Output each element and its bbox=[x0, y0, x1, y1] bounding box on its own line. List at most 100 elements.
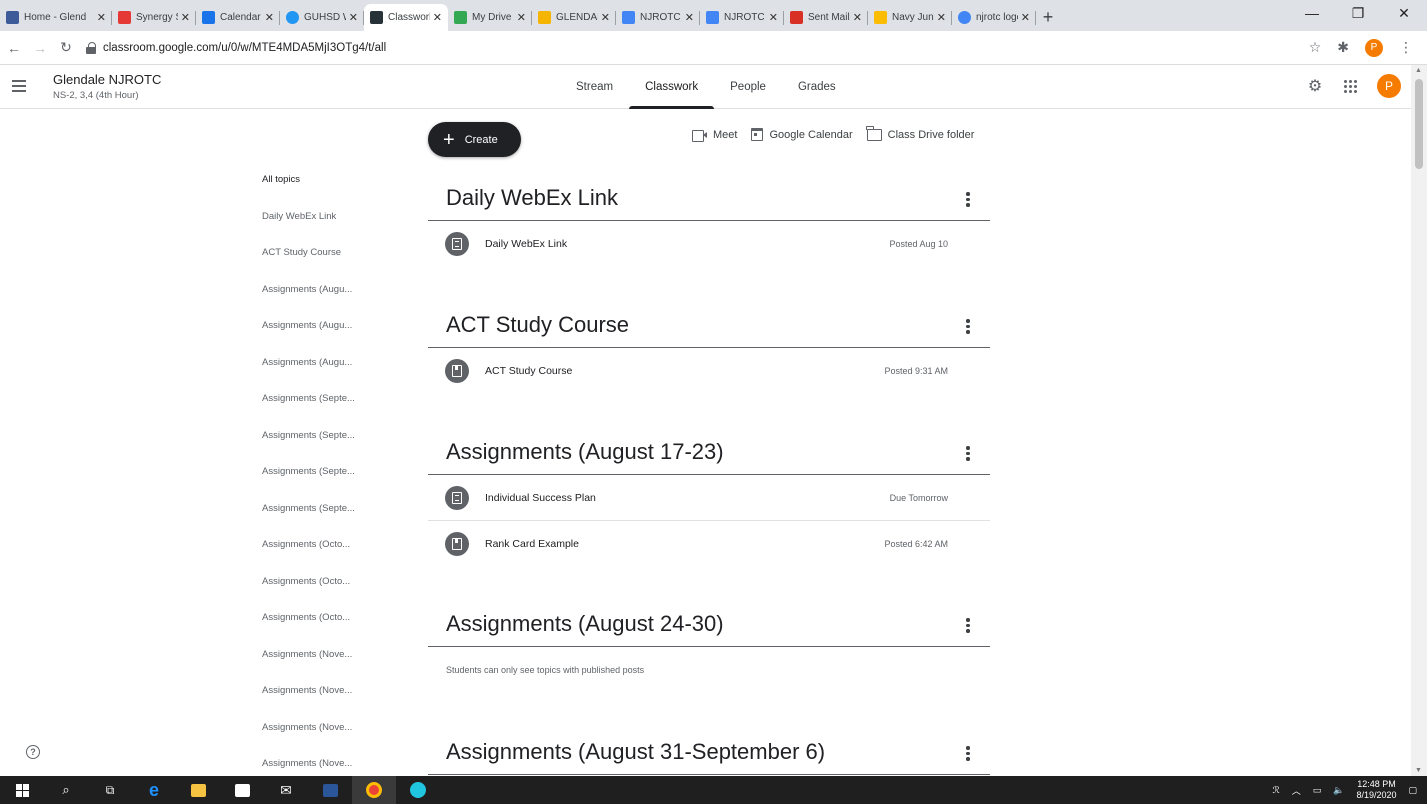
more-options-icon[interactable] bbox=[966, 618, 970, 635]
browser-tab[interactable]: GLENDALE NJ✕ bbox=[532, 4, 616, 31]
chrome-icon[interactable] bbox=[352, 776, 396, 804]
more-options-icon[interactable] bbox=[966, 319, 970, 336]
topic-title[interactable]: Assignments (August 17-23) bbox=[446, 439, 724, 465]
close-tab-icon[interactable]: ✕ bbox=[517, 11, 526, 24]
browser-tab[interactable]: Navy Junior R✕ bbox=[868, 4, 952, 31]
topic-link[interactable]: Assignments (Septe... bbox=[262, 393, 355, 430]
google-apps-icon[interactable] bbox=[1344, 79, 1357, 93]
settings-gear-icon[interactable]: ⚙ bbox=[1306, 77, 1324, 95]
topic-title[interactable]: Assignments (August 31-September 6) bbox=[446, 739, 825, 765]
topic-link[interactable]: Assignments (Nove... bbox=[262, 649, 355, 686]
close-tab-icon[interactable]: ✕ bbox=[937, 11, 946, 24]
topic-link[interactable]: Assignments (Nove... bbox=[262, 722, 355, 759]
help-icon[interactable]: ? bbox=[26, 745, 40, 759]
browser-tab[interactable]: My Drive - Go✕ bbox=[448, 4, 532, 31]
topic-link[interactable]: Assignments (Nove... bbox=[262, 685, 355, 722]
class-drive-folder-link[interactable]: Class Drive folder bbox=[866, 125, 974, 141]
close-tab-icon[interactable]: ✕ bbox=[433, 11, 442, 24]
browser-menu-icon[interactable]: ⋮ bbox=[1399, 39, 1413, 56]
close-tab-icon[interactable]: ✕ bbox=[685, 11, 694, 24]
topic-link[interactable]: Assignments (Augu... bbox=[262, 284, 355, 321]
close-tab-icon[interactable]: ✕ bbox=[265, 11, 274, 24]
tray-chevron-icon[interactable]: ︿ bbox=[1292, 784, 1301, 797]
create-button[interactable]: + Create bbox=[428, 122, 521, 157]
page-scrollbar[interactable]: ▲ ▼ bbox=[1411, 65, 1427, 776]
more-options-icon[interactable] bbox=[966, 192, 970, 209]
topic-link[interactable]: ACT Study Course bbox=[262, 247, 355, 284]
topic-link[interactable]: Assignments (Octo... bbox=[262, 539, 355, 576]
browser-profile-avatar[interactable]: P bbox=[1365, 38, 1383, 57]
topic-link[interactable]: Assignments (Octo... bbox=[262, 576, 355, 613]
volume-icon[interactable]: 🔈 bbox=[1333, 785, 1344, 796]
close-tab-icon[interactable]: ✕ bbox=[1021, 11, 1030, 24]
back-arrow-icon[interactable]: ← bbox=[2, 40, 26, 56]
file-explorer-icon[interactable] bbox=[176, 776, 220, 804]
topic-link-all[interactable]: All topics bbox=[262, 174, 355, 211]
bookmark-star-icon[interactable]: ☆ bbox=[1309, 39, 1322, 56]
reload-icon[interactable]: ↻ bbox=[54, 39, 78, 56]
meet-link[interactable]: Meet bbox=[692, 129, 737, 142]
topic-link[interactable]: Assignments (Octo... bbox=[262, 612, 355, 649]
forward-arrow-icon[interactable]: → bbox=[28, 40, 52, 56]
tab-grades[interactable]: Grades bbox=[782, 65, 852, 109]
close-tab-icon[interactable]: ✕ bbox=[97, 11, 106, 24]
tab-classwork[interactable]: Classwork bbox=[629, 65, 715, 109]
people-icon[interactable]: ℛ bbox=[1273, 785, 1280, 796]
topic-link[interactable]: Assignments (Septe... bbox=[262, 466, 355, 503]
close-tab-icon[interactable]: ✕ bbox=[181, 11, 190, 24]
topic-link[interactable]: Assignments (Septe... bbox=[262, 503, 355, 540]
class-title[interactable]: Glendale NJROTC bbox=[53, 72, 161, 87]
topic-link[interactable]: Assignments (Septe... bbox=[262, 430, 355, 467]
mail-icon[interactable]: ✉ bbox=[264, 776, 308, 804]
close-tab-icon[interactable]: ✕ bbox=[769, 11, 778, 24]
main-menu-icon[interactable] bbox=[12, 80, 26, 92]
close-tab-icon[interactable]: ✕ bbox=[601, 11, 610, 24]
restore-icon[interactable]: ❐ bbox=[1335, 0, 1381, 26]
browser-tab[interactable]: GUHSD Webe✕ bbox=[280, 4, 364, 31]
browser-tab[interactable]: Synergy SIS✕ bbox=[112, 4, 196, 31]
taskbar-clock[interactable]: 12:48 PM 8/19/2020 bbox=[1356, 779, 1396, 801]
topic-link[interactable]: Assignments (Augu... bbox=[262, 357, 355, 394]
browser-tab[interactable]: Home - Glend ✕ bbox=[0, 4, 112, 31]
scroll-down-icon[interactable]: ▼ bbox=[1415, 767, 1422, 774]
close-tab-icon[interactable]: ✕ bbox=[349, 11, 358, 24]
browser-tab[interactable]: njrotc logo -✕ bbox=[952, 4, 1036, 31]
browser-tab-active[interactable]: Classwork for✕ bbox=[364, 4, 448, 31]
search-icon[interactable]: ⌕ bbox=[44, 776, 88, 804]
notifications-icon[interactable]: ▢ bbox=[1408, 785, 1417, 796]
topic-title[interactable]: Assignments (August 24-30) bbox=[446, 611, 724, 637]
topic-link[interactable]: Daily WebEx Link bbox=[262, 211, 355, 248]
google-calendar-link[interactable]: Google Calendar bbox=[751, 128, 853, 141]
close-tab-icon[interactable]: ✕ bbox=[853, 11, 862, 24]
topic-title[interactable]: ACT Study Course bbox=[446, 312, 629, 338]
close-window-icon[interactable]: ✕ bbox=[1381, 0, 1427, 26]
network-icon[interactable]: ▭ bbox=[1313, 785, 1322, 796]
url-bar[interactable]: classroom.google.com/u/0/w/MTE4MDA5MjI3O… bbox=[86, 35, 1309, 61]
tab-stream[interactable]: Stream bbox=[560, 65, 629, 109]
more-options-icon[interactable] bbox=[966, 446, 970, 463]
more-options-icon[interactable] bbox=[966, 746, 970, 763]
task-view-icon[interactable]: ⧉ bbox=[88, 776, 132, 804]
windows-start-icon[interactable] bbox=[0, 776, 44, 804]
scroll-up-icon[interactable]: ▲ bbox=[1415, 67, 1422, 74]
classwork-item[interactable]: Rank Card Example Posted 6:42 AM bbox=[428, 521, 990, 567]
extensions-icon[interactable]: ✱ bbox=[1337, 39, 1349, 56]
topic-link[interactable]: Assignments (Augu... bbox=[262, 320, 355, 357]
classwork-item[interactable]: Individual Success Plan Due Tomorrow bbox=[428, 475, 990, 521]
webex-icon[interactable] bbox=[396, 776, 440, 804]
word-icon[interactable] bbox=[308, 776, 352, 804]
tab-people[interactable]: People bbox=[714, 65, 782, 109]
topic-title[interactable]: Daily WebEx Link bbox=[446, 185, 618, 211]
classwork-item[interactable]: ACT Study Course Posted 9:31 AM bbox=[428, 348, 990, 394]
minimize-icon[interactable]: — bbox=[1289, 0, 1335, 26]
browser-tab[interactable]: Calendar - Pat✕ bbox=[196, 4, 280, 31]
edge-browser-icon[interactable]: e bbox=[132, 776, 176, 804]
browser-tab[interactable]: NJROTC Fall 2✕ bbox=[700, 4, 784, 31]
account-avatar[interactable]: P bbox=[1377, 74, 1401, 98]
new-tab-button[interactable]: + bbox=[1036, 4, 1060, 31]
scrollbar-thumb[interactable] bbox=[1415, 79, 1423, 169]
browser-tab[interactable]: NJROTC Cours✕ bbox=[616, 4, 700, 31]
browser-tab[interactable]: Sent Mail - m✕ bbox=[784, 4, 868, 31]
classwork-item[interactable]: Daily WebEx Link Posted Aug 10 bbox=[428, 221, 990, 267]
store-icon[interactable] bbox=[220, 776, 264, 804]
